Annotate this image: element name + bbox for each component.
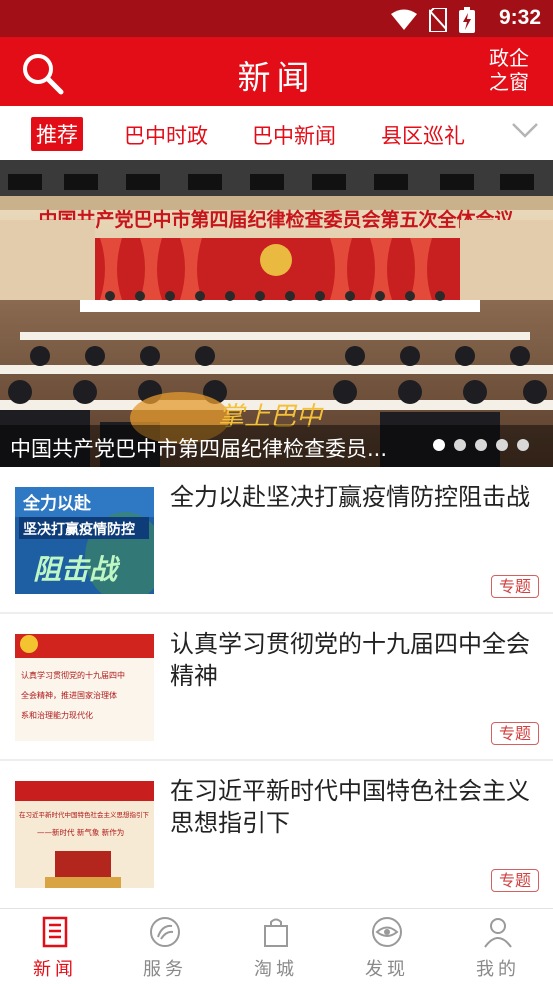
banner-caption-bar: 中国共产党巴中市第四届纪律检查委员... — [0, 425, 553, 467]
thumb-text: 全力以赴 — [22, 493, 92, 514]
nav-label: 发现 — [365, 959, 409, 980]
news-thumbnail: 在习近平新时代中国特色社会主义思想指引下 ——新时代 新气象 新作为 — [15, 781, 154, 888]
nav-news[interactable]: 新闻 — [0, 909, 110, 984]
news-thumbnail: 全力以赴 坚决打赢疫情防控 阻击战 — [15, 487, 154, 594]
nav-shop[interactable]: 淘城 — [221, 909, 331, 984]
thumb-text: ——新时代 新气象 新作为 — [37, 827, 124, 837]
carousel-dot[interactable] — [433, 439, 445, 451]
nav-label: 服务 — [143, 959, 187, 980]
tab-bazhong-news[interactable]: 巴中新闻 — [252, 120, 336, 150]
topic-badge: 专题 — [491, 722, 539, 745]
carousel-dot[interactable] — [517, 439, 529, 451]
category-tabs: 推荐 巴中时政 巴中新闻 县区巡礼 — [0, 106, 553, 160]
shopping-bag-icon — [264, 918, 288, 947]
thumb-text: 在习近平新时代中国特色社会主义思想指引下 — [19, 810, 150, 819]
chevron-down-icon[interactable] — [511, 120, 539, 140]
user-icon — [484, 918, 512, 948]
tab-recommend[interactable]: 推荐 — [31, 117, 83, 151]
nav-discover[interactable]: 发现 — [332, 909, 442, 984]
service-icon — [150, 917, 180, 947]
wifi-icon — [391, 9, 417, 30]
carousel-indicator — [433, 439, 529, 451]
news-item-fourth-plenum[interactable]: 认真学习贯彻党的十九届四中 全会精神，推进国家治理体 系和治理能力现代化 认真学… — [0, 614, 553, 759]
nav-label: 新闻 — [33, 959, 77, 980]
meeting-photo: 中国共产党巴中市第四届纪律检查委员会第五次全体会议 掌上巴中 — [0, 160, 553, 467]
nav-label: 淘城 — [254, 959, 298, 980]
carousel-dot[interactable] — [475, 439, 487, 451]
no-sim-icon — [429, 8, 447, 32]
news-headline[interactable]: 全力以赴坚决打赢疫情防控阻击战 — [170, 481, 540, 513]
topic-badge: 专题 — [491, 869, 539, 892]
carousel-dot[interactable] — [454, 439, 466, 451]
news-thumbnail: 认真学习贯彻党的十九届四中 全会精神，推进国家治理体 系和治理能力现代化 — [15, 634, 154, 741]
thumb-text: 全会精神，推进国家治理体 — [21, 690, 117, 700]
nav-profile[interactable]: 我的 — [443, 909, 553, 984]
news-item-epidemic[interactable]: 全力以赴 坚决打赢疫情防控 阻击战 全力以赴坚决打赢疫情防控阻击战 专题 — [0, 467, 553, 612]
news-item-new-era[interactable]: 在习近平新时代中国特色社会主义思想指引下 ——新时代 新气象 新作为 在习近平新… — [0, 761, 553, 906]
tab-county-tour[interactable]: 县区巡礼 — [381, 120, 465, 150]
backdrop-banner-text: 中国共产党巴中市第四届纪律检查委员会第五次全体会议 — [38, 208, 514, 231]
nav-label: 我的 — [476, 959, 520, 980]
discover-eye-icon — [372, 917, 402, 947]
status-bar: 9:32 — [0, 0, 553, 37]
nav-service[interactable]: 服务 — [110, 909, 220, 984]
tab-bazhong-politics[interactable]: 巴中时政 — [124, 120, 208, 150]
news-headline[interactable]: 认真学习贯彻党的十九届四中全会精神 — [170, 628, 540, 692]
app-header: 新闻 政企之窗 — [0, 37, 553, 106]
status-time: 9:32 — [498, 6, 541, 29]
bottom-navigation: 新闻 服务 淘城 发现 我的 — [0, 908, 553, 984]
topic-badge: 专题 — [491, 575, 539, 598]
news-icon — [42, 916, 68, 948]
banner-caption: 中国共产党巴中市第四届纪律检查委员... — [10, 437, 388, 461]
carousel-dot[interactable] — [496, 439, 508, 451]
status-icons — [391, 7, 475, 33]
banner-carousel[interactable]: 中国共产党巴中市第四届纪律检查委员会第五次全体会议 掌上巴中 中国共产党巴中市第… — [0, 160, 553, 467]
thumb-text: 阻击战 — [33, 553, 121, 586]
thumb-text: 坚决打赢疫情防控 — [23, 521, 135, 538]
page-title: 新闻 — [237, 58, 316, 97]
news-headline[interactable]: 在习近平新时代中国特色社会主义思想指引下 — [170, 775, 540, 839]
battery-charging-icon — [459, 7, 475, 33]
portal-button[interactable]: 政企之窗 — [487, 46, 531, 94]
thumb-text: 系和治理能力现代化 — [21, 710, 93, 720]
thumb-text: 认真学习贯彻党的十九届四中 — [21, 670, 125, 680]
